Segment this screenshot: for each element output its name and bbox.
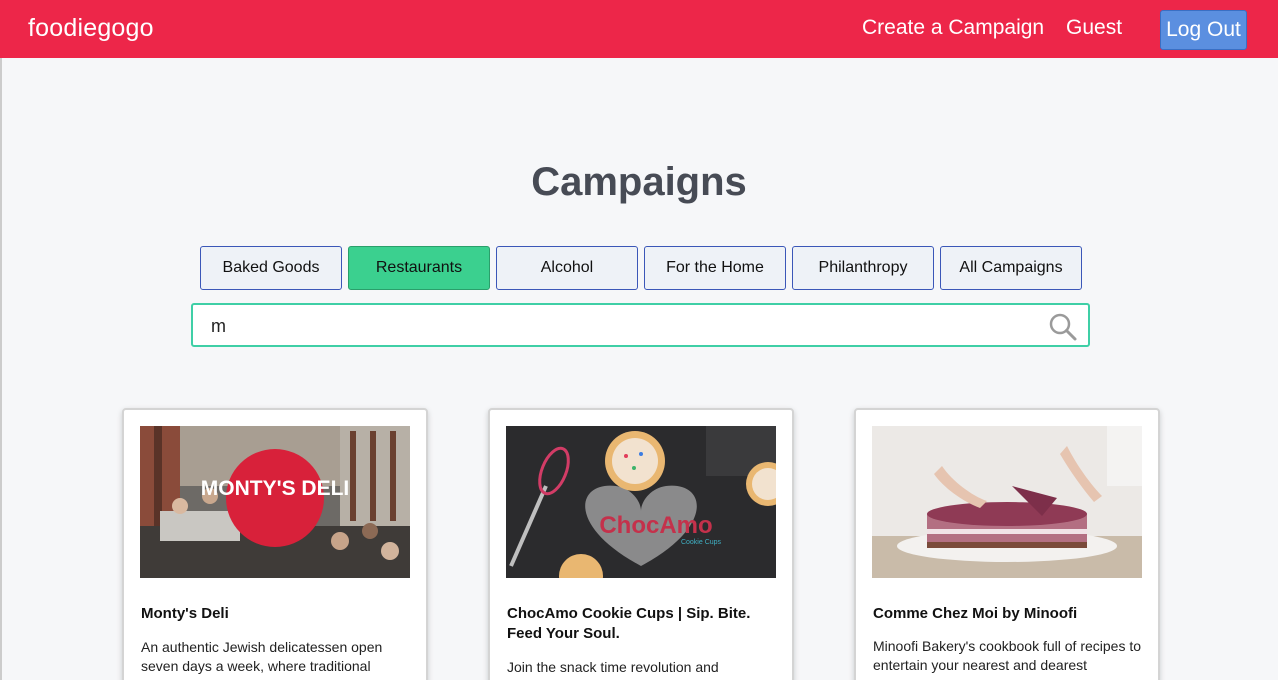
page-title: Campaigns <box>531 160 747 204</box>
campaign-card[interactable]: ChocAmo Cookie Cups ChocAmo Cookie Cups … <box>488 408 794 680</box>
category-all-campaigns-button[interactable]: All Campaigns <box>940 246 1082 290</box>
campaign-title[interactable]: ChocAmo Cookie Cups | Sip. Bite. Feed Yo… <box>507 604 777 644</box>
category-for-the-home-button[interactable]: For the Home <box>644 246 786 290</box>
category-philanthropy-button[interactable]: Philanthropy <box>792 246 934 290</box>
chocamo-logo-subtext: Cookie Cups <box>681 539 722 546</box>
campaign-title[interactable]: Comme Chez Moi by Minoofi <box>873 604 1143 624</box>
campaign-description: Minoofi Bakery's cookbook full of recipe… <box>873 638 1142 673</box>
user-name-link[interactable]: Guest <box>1066 16 1122 40</box>
logout-button[interactable]: Log Out <box>1160 10 1247 50</box>
top-navbar: foodiegogo Create a Campaign Guest Log O… <box>0 0 1278 58</box>
window-edge <box>0 58 2 680</box>
create-campaign-link[interactable]: Create a Campaign <box>862 16 1044 40</box>
campaign-image[interactable]: MONTY'S DELI <box>140 426 410 578</box>
campaign-image[interactable] <box>872 426 1142 578</box>
brand-logo[interactable]: foodiegogo <box>28 14 154 43</box>
search-input[interactable] <box>211 313 1031 339</box>
campaign-description: Join the snack time revolution and <box>507 659 719 675</box>
chocamo-logo-text: ChocAmo <box>599 512 712 539</box>
category-alcohol-button[interactable]: Alcohol <box>496 246 638 290</box>
campaign-card[interactable]: Comme Chez Moi by Minoofi Minoofi Bakery… <box>854 408 1160 680</box>
campaign-description: An authentic Jewish delicatessen open se… <box>141 639 383 674</box>
campaign-card[interactable]: MONTY'S DELI Monty's Deli An authentic J… <box>122 408 428 680</box>
campaign-image[interactable]: ChocAmo Cookie Cups <box>506 426 776 578</box>
campaign-title[interactable]: Monty's Deli <box>141 604 411 624</box>
search-bar <box>191 303 1090 347</box>
category-restaurants-button[interactable]: Restaurants <box>348 246 490 290</box>
category-baked-goods-button[interactable]: Baked Goods <box>200 246 342 290</box>
search-icon[interactable] <box>1048 312 1078 342</box>
montys-deli-logo-text: MONTY'S DELI <box>201 477 350 500</box>
